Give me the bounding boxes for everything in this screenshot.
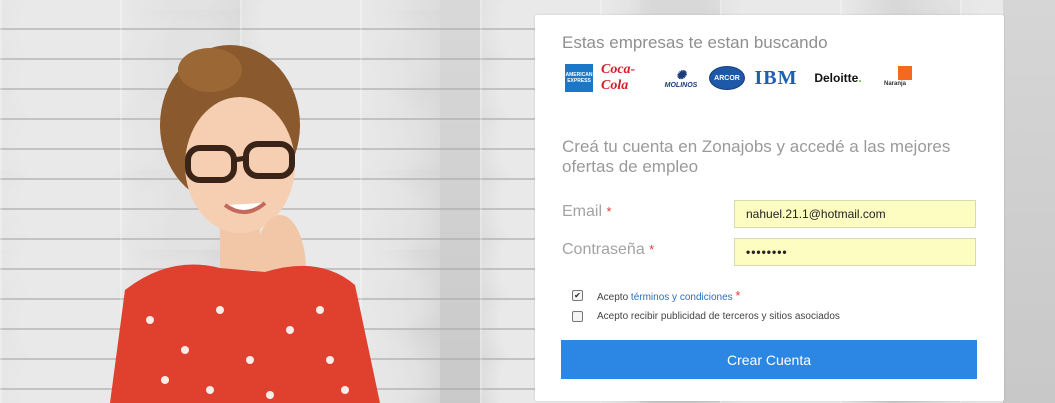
terms-checkbox[interactable]: ✔ — [572, 290, 583, 301]
password-label: Contraseña * — [562, 241, 655, 258]
email-label: Email * — [562, 203, 612, 220]
background-strip — [1003, 0, 1055, 403]
create-account-button[interactable]: Crear Cuenta — [561, 340, 977, 379]
ads-checkbox[interactable] — [572, 311, 583, 322]
ads-label: Acepto recibir publicidad de terceros y … — [597, 311, 840, 322]
woman-photo — [110, 45, 380, 403]
ibm-logo: IBM — [754, 66, 798, 89]
ads-row: Acepto recibir publicidad de terceros y … — [572, 311, 840, 322]
amex-logo: AMERICAN EXPRESS — [565, 64, 593, 92]
companies-title: Estas empresas te estan buscando — [562, 33, 828, 52]
arcor-logo: ARCOR — [709, 66, 745, 90]
signup-card: Estas empresas te estan buscando AMERICA… — [535, 15, 1004, 401]
required-mark: * — [649, 242, 655, 257]
terms-row: ✔ Acepto términos y condiciones * — [572, 288, 740, 303]
terms-link[interactable]: términos y condiciones — [631, 292, 733, 303]
company-logos: AMERICAN EXPRESS Coca-Cola ✺ MOLINOS ARC… — [565, 62, 913, 93]
required-mark: * — [606, 204, 612, 219]
molinos-logo: ✺ MOLINOS — [664, 67, 698, 89]
coca-cola-logo: Coca-Cola — [601, 62, 636, 93]
password-field[interactable] — [734, 238, 976, 266]
email-field[interactable] — [734, 200, 976, 228]
naranja-logo: Naranja — [877, 64, 913, 92]
terms-label: Acepto términos y condiciones * — [597, 288, 741, 303]
deloitte-logo: Deloitte. — [814, 71, 862, 85]
signup-subtitle: Creá tu cuenta en Zonajobs y accedé a la… — [562, 137, 951, 176]
